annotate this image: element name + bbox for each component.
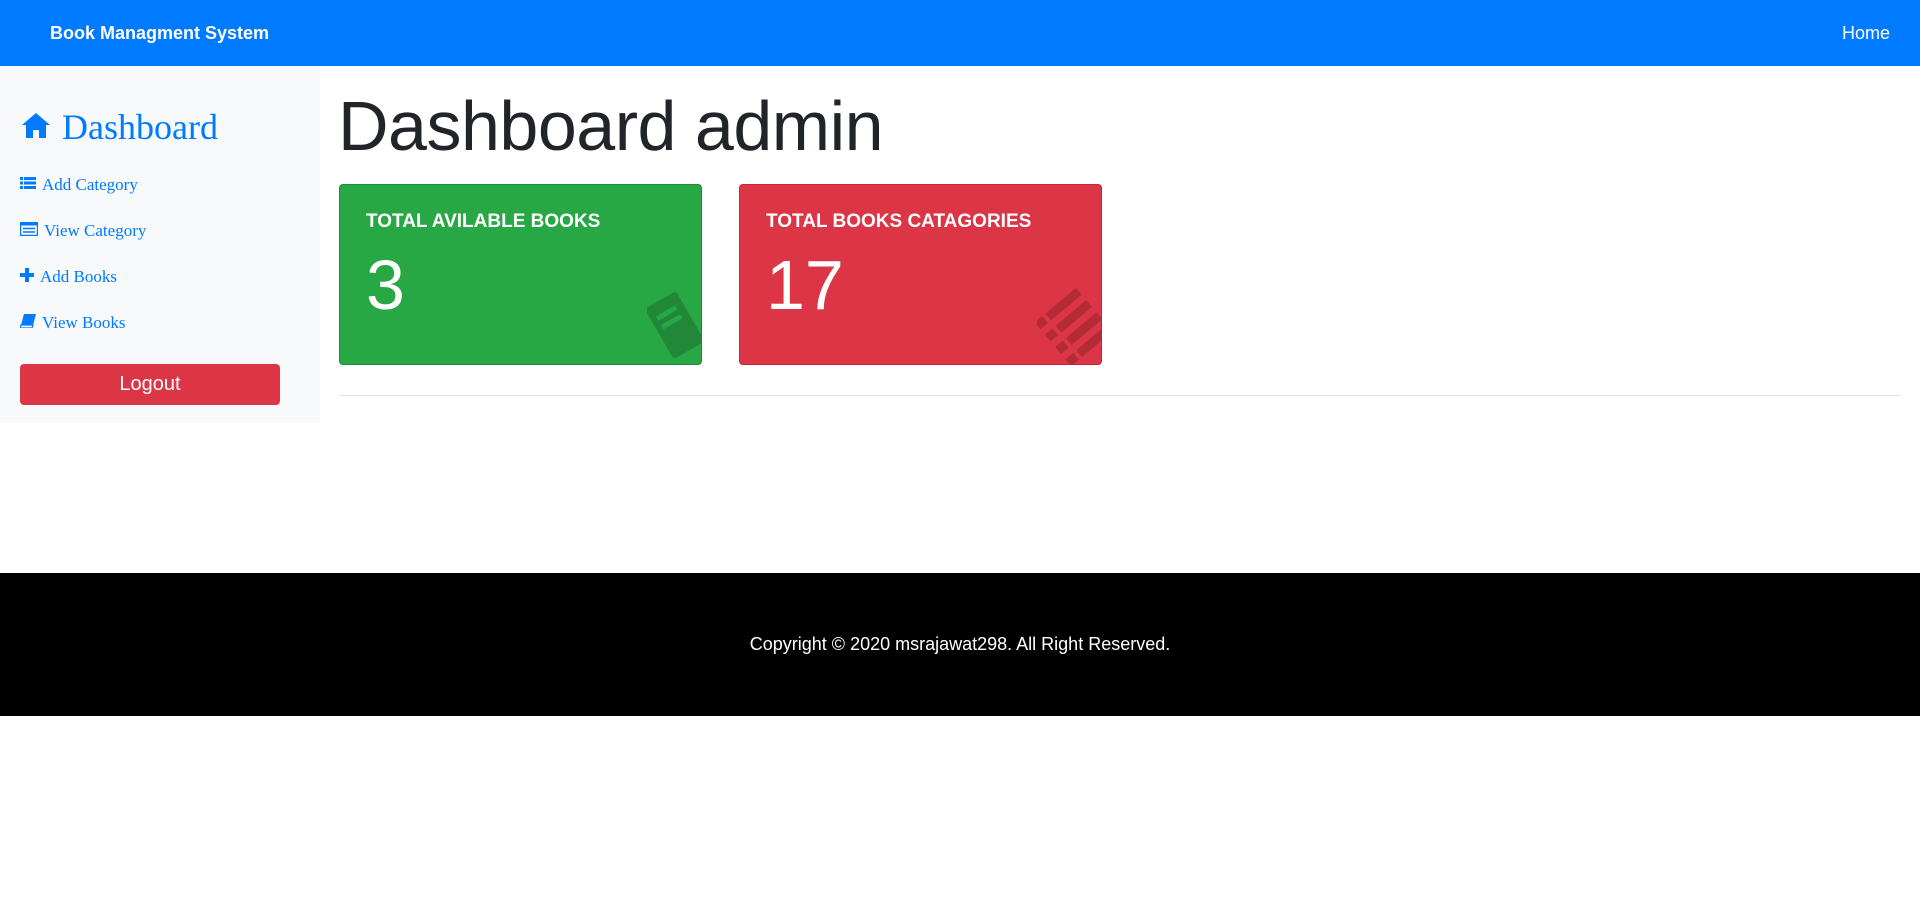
home-icon — [20, 106, 52, 148]
book-icon — [645, 285, 701, 364]
card-title: TOTAL BOOKS CATAGORIES — [766, 211, 1032, 232]
plus-icon — [20, 267, 34, 287]
brand-name[interactable]: Book Managment System — [50, 23, 269, 44]
card-value: 3 — [366, 246, 405, 324]
stat-card-available-books: TOTAL AVILABLE BOOKS 3 — [339, 184, 702, 365]
sidebar-item-label: View Category — [44, 221, 147, 240]
table-list-icon — [19, 221, 39, 241]
sidebar-dashboard-link[interactable]: Dashboard — [20, 106, 300, 148]
sidebar-item-add-books[interactable]: Add Books — [20, 254, 300, 300]
sidebar-item-label: View Books — [42, 313, 126, 332]
page-title: Dashboard admin — [338, 87, 884, 165]
book-icon — [19, 313, 36, 333]
sidebar-item-view-category[interactable]: View Category — [19, 208, 300, 254]
footer-copyright: Copyright © 2020 msrajawat298. All Right… — [749, 634, 1171, 654]
sidebar-title-label: Dashboard — [62, 107, 218, 147]
sidebar-item-add-category[interactable]: Add Category — [20, 162, 300, 208]
divider — [339, 395, 1901, 396]
top-navbar: Book Managment System Home — [0, 0, 1920, 66]
list-icon — [1034, 285, 1101, 364]
sidebar-item-view-books[interactable]: View Books — [19, 300, 300, 346]
sidebar-item-label: Add Books — [40, 267, 117, 286]
home-link[interactable]: Home — [1842, 23, 1890, 44]
list-icon — [20, 175, 36, 195]
sidebar: Dashboard Add Category View Category Add… — [0, 66, 320, 423]
sidebar-item-label: Add Category — [42, 175, 138, 194]
stat-card-book-categories: TOTAL BOOKS CATAGORIES 17 — [739, 184, 1102, 365]
logout-button[interactable]: Logout — [20, 364, 280, 405]
footer: Copyright © 2020 msrajawat298. All Right… — [0, 573, 1920, 716]
card-title: TOTAL AVILABLE BOOKS — [366, 211, 601, 232]
card-value: 17 — [766, 246, 844, 324]
